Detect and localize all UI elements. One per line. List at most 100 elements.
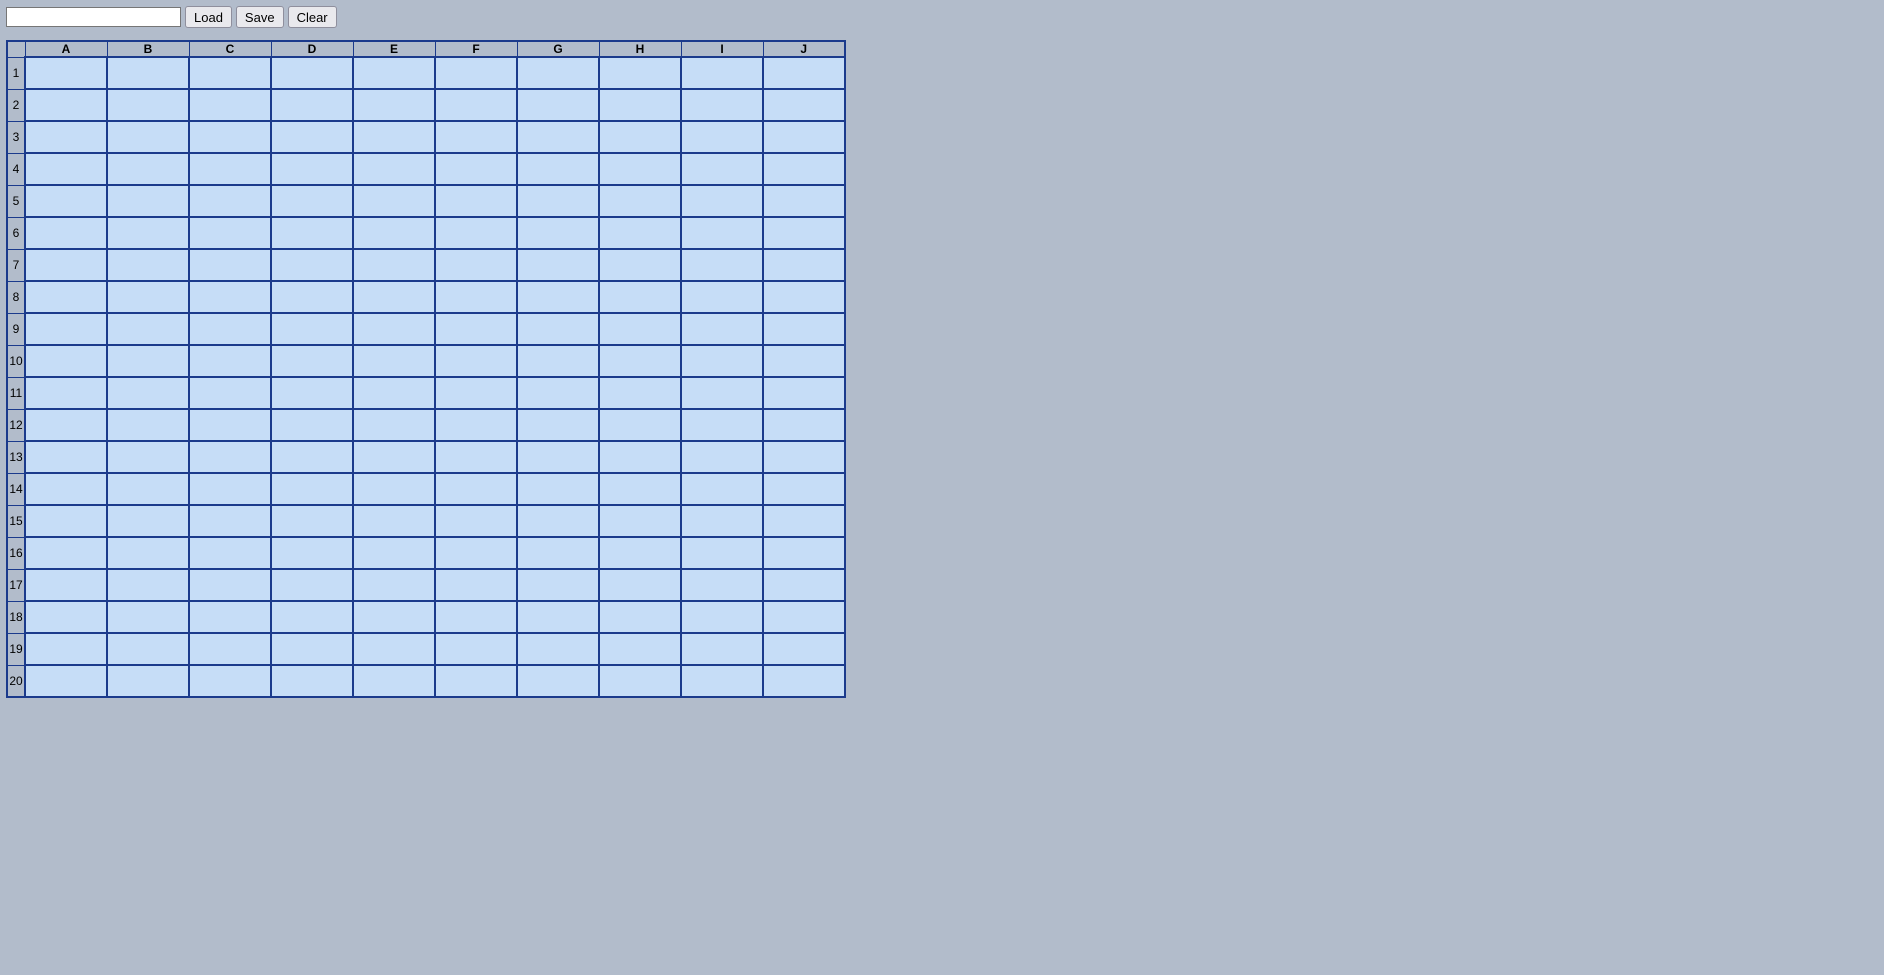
row-header-17[interactable]: 17 [7, 569, 25, 601]
row-header-2[interactable]: 2 [7, 89, 25, 121]
cell-F6[interactable] [435, 217, 517, 249]
cell-G1[interactable] [517, 57, 599, 89]
row-header-8[interactable]: 8 [7, 281, 25, 313]
load-button[interactable]: Load [185, 6, 232, 28]
cell-F3[interactable] [435, 121, 517, 153]
row-header-19[interactable]: 19 [7, 633, 25, 665]
cell-D14[interactable] [271, 473, 353, 505]
cell-J15[interactable] [763, 505, 845, 537]
formula-input[interactable] [6, 7, 181, 27]
cell-D2[interactable] [271, 89, 353, 121]
cell-B13[interactable] [107, 441, 189, 473]
cell-E3[interactable] [353, 121, 435, 153]
cell-J13[interactable] [763, 441, 845, 473]
cell-J5[interactable] [763, 185, 845, 217]
cell-J2[interactable] [763, 89, 845, 121]
cell-F18[interactable] [435, 601, 517, 633]
cell-I16[interactable] [681, 537, 763, 569]
cell-A19[interactable] [25, 633, 107, 665]
cell-E10[interactable] [353, 345, 435, 377]
cell-F16[interactable] [435, 537, 517, 569]
column-header-B[interactable]: B [107, 41, 189, 57]
cell-H18[interactable] [599, 601, 681, 633]
cell-J18[interactable] [763, 601, 845, 633]
column-header-E[interactable]: E [353, 41, 435, 57]
cell-B11[interactable] [107, 377, 189, 409]
cell-G15[interactable] [517, 505, 599, 537]
cell-I5[interactable] [681, 185, 763, 217]
cell-A18[interactable] [25, 601, 107, 633]
cell-D20[interactable] [271, 665, 353, 697]
cell-B10[interactable] [107, 345, 189, 377]
cell-G11[interactable] [517, 377, 599, 409]
cell-B15[interactable] [107, 505, 189, 537]
save-button[interactable]: Save [236, 6, 284, 28]
cell-C14[interactable] [189, 473, 271, 505]
cell-D6[interactable] [271, 217, 353, 249]
cell-B18[interactable] [107, 601, 189, 633]
cell-B19[interactable] [107, 633, 189, 665]
cell-I7[interactable] [681, 249, 763, 281]
cell-F5[interactable] [435, 185, 517, 217]
cell-A2[interactable] [25, 89, 107, 121]
cell-G5[interactable] [517, 185, 599, 217]
cell-F9[interactable] [435, 313, 517, 345]
cell-G13[interactable] [517, 441, 599, 473]
column-header-F[interactable]: F [435, 41, 517, 57]
cell-B7[interactable] [107, 249, 189, 281]
cell-C1[interactable] [189, 57, 271, 89]
cell-B6[interactable] [107, 217, 189, 249]
cell-H9[interactable] [599, 313, 681, 345]
cell-D3[interactable] [271, 121, 353, 153]
cell-C18[interactable] [189, 601, 271, 633]
row-header-11[interactable]: 11 [7, 377, 25, 409]
cell-A17[interactable] [25, 569, 107, 601]
cell-G7[interactable] [517, 249, 599, 281]
cell-D10[interactable] [271, 345, 353, 377]
cell-F7[interactable] [435, 249, 517, 281]
cell-J7[interactable] [763, 249, 845, 281]
cell-D9[interactable] [271, 313, 353, 345]
cell-F12[interactable] [435, 409, 517, 441]
cell-B16[interactable] [107, 537, 189, 569]
cell-B8[interactable] [107, 281, 189, 313]
cell-B17[interactable] [107, 569, 189, 601]
cell-B3[interactable] [107, 121, 189, 153]
cell-I15[interactable] [681, 505, 763, 537]
cell-I19[interactable] [681, 633, 763, 665]
row-header-5[interactable]: 5 [7, 185, 25, 217]
row-header-14[interactable]: 14 [7, 473, 25, 505]
cell-I8[interactable] [681, 281, 763, 313]
cell-F1[interactable] [435, 57, 517, 89]
cell-C4[interactable] [189, 153, 271, 185]
cell-C19[interactable] [189, 633, 271, 665]
cell-E12[interactable] [353, 409, 435, 441]
cell-C7[interactable] [189, 249, 271, 281]
cell-B1[interactable] [107, 57, 189, 89]
cell-H14[interactable] [599, 473, 681, 505]
cell-F15[interactable] [435, 505, 517, 537]
cell-G9[interactable] [517, 313, 599, 345]
cell-H6[interactable] [599, 217, 681, 249]
cell-A8[interactable] [25, 281, 107, 313]
cell-A20[interactable] [25, 665, 107, 697]
cell-I1[interactable] [681, 57, 763, 89]
cell-D16[interactable] [271, 537, 353, 569]
row-header-16[interactable]: 16 [7, 537, 25, 569]
cell-D18[interactable] [271, 601, 353, 633]
cell-D4[interactable] [271, 153, 353, 185]
cell-A16[interactable] [25, 537, 107, 569]
column-header-J[interactable]: J [763, 41, 845, 57]
cell-D11[interactable] [271, 377, 353, 409]
cell-H3[interactable] [599, 121, 681, 153]
cell-J12[interactable] [763, 409, 845, 441]
cell-E20[interactable] [353, 665, 435, 697]
cell-A10[interactable] [25, 345, 107, 377]
cell-E19[interactable] [353, 633, 435, 665]
cell-G8[interactable] [517, 281, 599, 313]
cell-J17[interactable] [763, 569, 845, 601]
column-header-C[interactable]: C [189, 41, 271, 57]
cell-G14[interactable] [517, 473, 599, 505]
clear-button[interactable]: Clear [288, 6, 337, 28]
cell-E5[interactable] [353, 185, 435, 217]
